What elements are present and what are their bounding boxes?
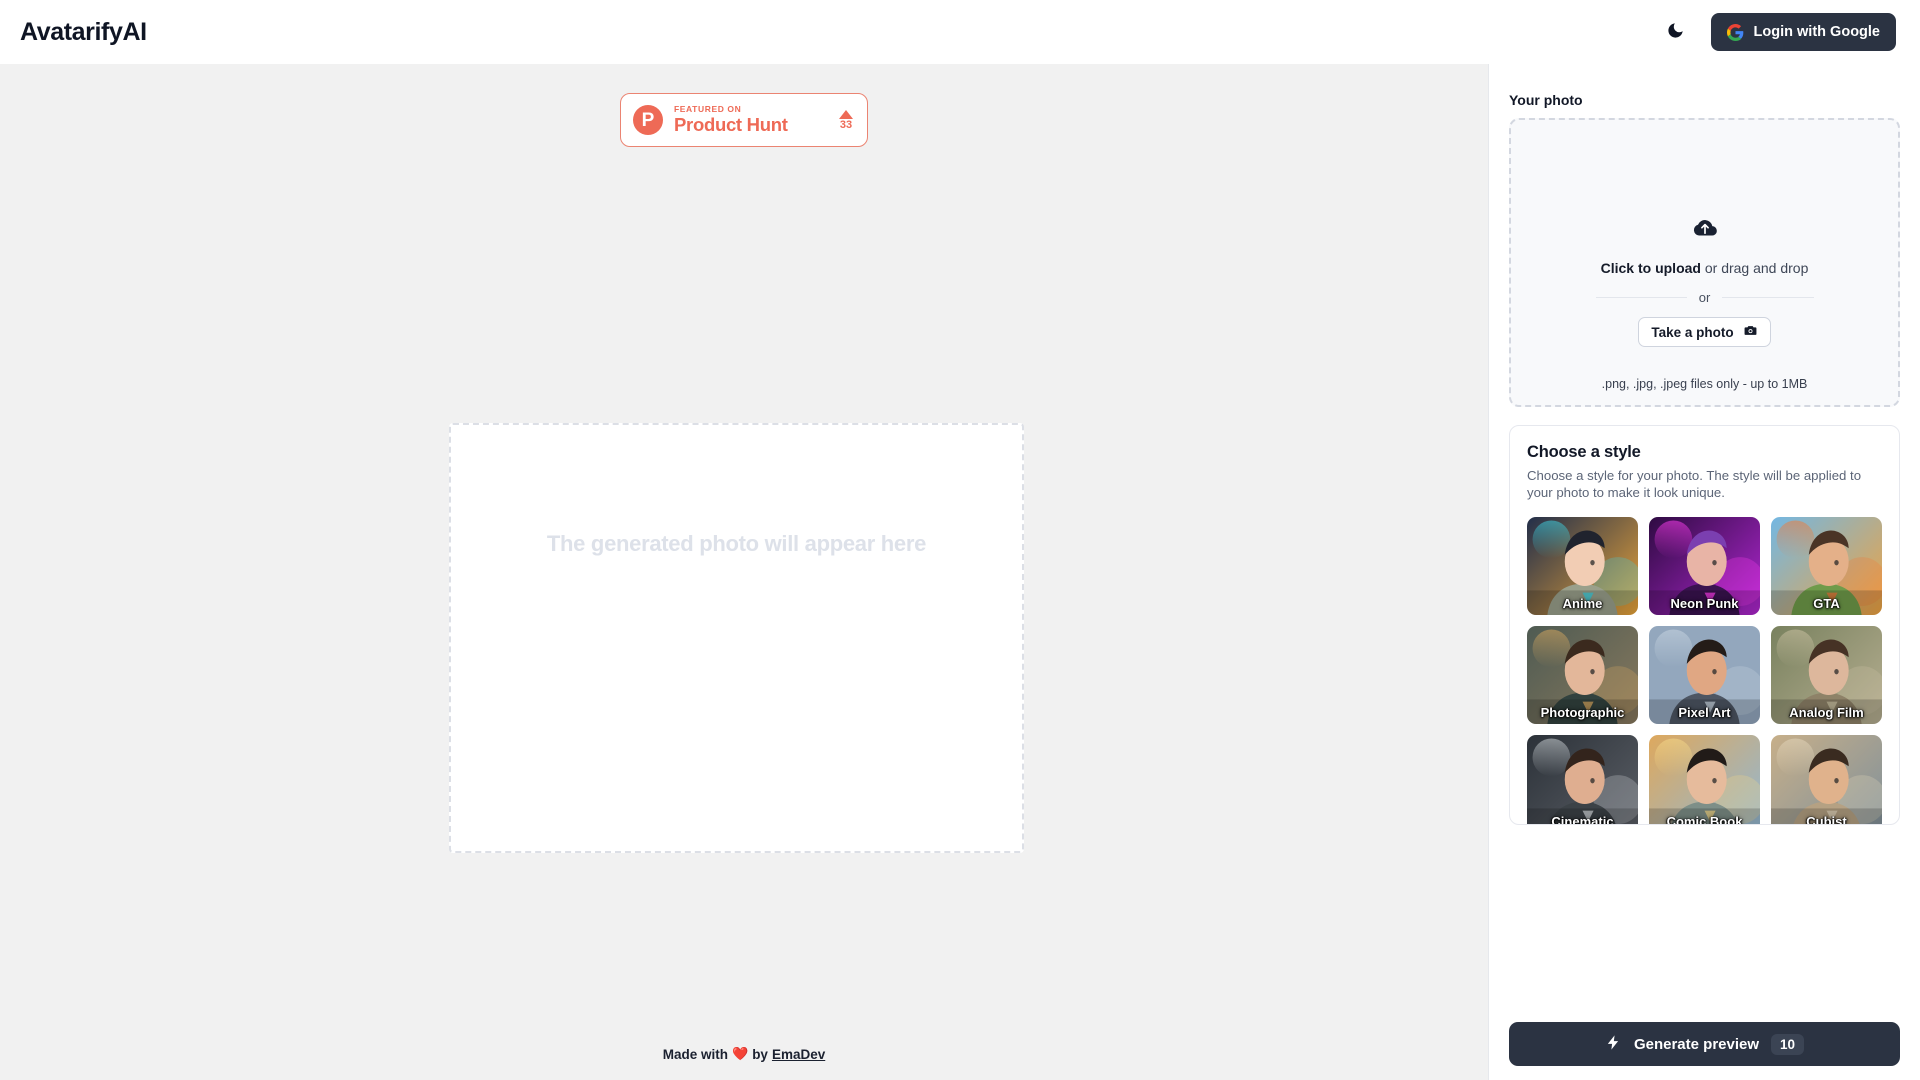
- style-thumbnail-image: [1771, 734, 1882, 824]
- brand-logo: AvatarifyAI: [20, 17, 147, 46]
- style-thumbnail-image: [1527, 625, 1638, 724]
- photo-dropzone[interactable]: Click to upload or drag and drop or Take…: [1509, 118, 1900, 407]
- sidebar-scroll-area[interactable]: Your photo Click to upload or drag and d…: [1489, 64, 1920, 1010]
- dropzone-or-divider: or: [1595, 290, 1814, 305]
- divider-line-right: [1722, 297, 1814, 298]
- sidebar-panel: Your photo Click to upload or drag and d…: [1488, 64, 1920, 1080]
- upvote-triangle-icon: [839, 109, 853, 119]
- style-grid: Anime Neon Punk GTA Photographic Pixel Art An…: [1527, 516, 1882, 824]
- product-hunt-logo-icon: P: [633, 105, 663, 135]
- app-header: AvatarifyAI Login with Google: [0, 0, 1920, 64]
- style-option-neon-punk[interactable]: Neon Punk: [1649, 516, 1760, 615]
- moon-icon: [1666, 21, 1685, 43]
- heart-icon: ❤️: [732, 1046, 749, 1061]
- dropzone-instruction: Click to upload or drag and drop: [1601, 260, 1809, 276]
- style-thumbnail-image: [1771, 516, 1882, 615]
- style-thumbnail-image: [1649, 734, 1760, 824]
- divider-line-left: [1595, 297, 1687, 298]
- generate-preview-container: Generate preview 10: [1509, 1022, 1900, 1066]
- main-content: P FEATURED ON Product Hunt 33 The genera…: [0, 64, 1488, 1080]
- generated-photo-placeholder: The generated photo will appear here: [449, 423, 1024, 853]
- product-hunt-vote-count: 33: [839, 118, 853, 131]
- dropzone-file-hint: .png, .jpg, .jpeg files only - up to 1MB: [1601, 377, 1808, 391]
- google-logo-icon: [1726, 23, 1744, 41]
- header-actions: Login with Google: [1663, 13, 1896, 51]
- product-hunt-badge[interactable]: P FEATURED ON Product Hunt 33: [620, 93, 868, 147]
- your-photo-label: Your photo: [1509, 92, 1583, 108]
- style-thumbnail-image: [1527, 516, 1638, 615]
- product-hunt-votes: 33: [839, 109, 853, 131]
- style-thumbnail-image: [1649, 625, 1760, 724]
- generate-preview-label: Generate preview: [1633, 1035, 1760, 1053]
- style-thumbnail-image: [1649, 516, 1760, 615]
- style-thumbnail-image: [1771, 625, 1882, 724]
- footer: Made with ❤️ by EmaDev: [0, 1046, 1488, 1062]
- login-button-label: Login with Google: [1753, 24, 1880, 40]
- footer-author-link[interactable]: EmaDev: [772, 1047, 825, 1062]
- style-option-gta[interactable]: GTA: [1771, 516, 1882, 615]
- take-a-photo-button[interactable]: Take a photo: [1638, 317, 1771, 347]
- style-option-anime[interactable]: Anime: [1527, 516, 1638, 615]
- style-option-cinematic[interactable]: Cinematic: [1527, 734, 1638, 824]
- product-hunt-kicker: FEATURED ON: [674, 104, 742, 115]
- choose-a-style-title: Choose a style: [1527, 443, 1641, 461]
- camera-icon: [1743, 323, 1758, 341]
- style-option-photographic[interactable]: Photographic: [1527, 625, 1638, 724]
- style-option-analog-film[interactable]: Analog Film: [1771, 625, 1882, 724]
- style-thumbnail-image: [1527, 734, 1638, 824]
- product-hunt-name: Product Hunt: [674, 114, 788, 136]
- choose-a-style-card: Choose a style Choose a style for your p…: [1509, 425, 1900, 825]
- dropzone-drag-drop: or drag and drop: [1700, 260, 1809, 276]
- take-photo-label: Take a photo: [1651, 324, 1734, 340]
- login-with-google-button[interactable]: Login with Google: [1710, 13, 1896, 51]
- page-body: P FEATURED ON Product Hunt 33 The genera…: [0, 64, 1920, 1080]
- generated-photo-placeholder-text: The generated photo will appear here: [546, 531, 927, 556]
- divider-or-label: or: [1698, 290, 1711, 305]
- choose-a-style-description: Choose a style for your photo. The style…: [1527, 468, 1862, 501]
- lightning-bolt-icon: [1605, 1034, 1622, 1055]
- footer-middle: by: [752, 1046, 768, 1062]
- product-hunt-text: FEATURED ON Product Hunt: [674, 104, 828, 135]
- cloud-upload-icon: [1693, 216, 1717, 245]
- style-option-cubist[interactable]: Cubist: [1771, 734, 1882, 824]
- theme-toggle-button[interactable]: [1663, 19, 1689, 45]
- style-option-comic-book[interactable]: Comic Book: [1649, 734, 1760, 824]
- footer-prefix: Made with: [662, 1046, 728, 1062]
- generate-preview-button[interactable]: Generate preview 10: [1509, 1022, 1900, 1066]
- generate-credits-badge: 10: [1771, 1033, 1805, 1055]
- app-root: AvatarifyAI Login with Google P FEATURED…: [0, 0, 1920, 1080]
- style-option-pixel-art[interactable]: Pixel Art: [1649, 625, 1760, 724]
- dropzone-click-to-upload: Click to upload: [1600, 260, 1701, 276]
